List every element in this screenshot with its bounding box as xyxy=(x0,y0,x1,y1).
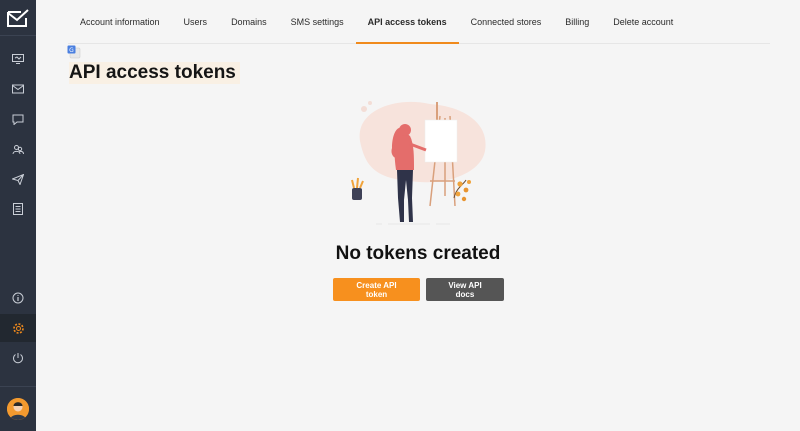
artist-easel-illustration xyxy=(351,101,486,225)
monitor-icon xyxy=(12,54,24,64)
tab-billing[interactable]: Billing xyxy=(553,0,601,43)
sidebar-bottom xyxy=(0,283,36,431)
svg-text:G: G xyxy=(69,47,74,54)
sidebar-item-reports[interactable] xyxy=(0,194,36,224)
user-avatar-icon xyxy=(7,398,29,420)
settings-tabs: Account information Users Domains SMS se… xyxy=(68,0,770,44)
send-icon xyxy=(12,173,24,185)
tab-connected-stores[interactable]: Connected stores xyxy=(459,0,554,43)
sidebar-item-chat[interactable] xyxy=(0,104,36,134)
tab-sms-settings[interactable]: SMS settings xyxy=(279,0,356,43)
app-logo[interactable] xyxy=(0,0,36,36)
tab-account-information[interactable]: Account information xyxy=(68,0,172,43)
sidebar-item-info[interactable] xyxy=(0,283,36,313)
view-api-docs-button[interactable]: View API docs xyxy=(426,278,504,301)
create-api-token-button[interactable]: Create API token xyxy=(333,278,420,301)
logo-mail-check-icon xyxy=(7,8,29,27)
tab-domains[interactable]: Domains xyxy=(219,0,279,43)
tab-api-access-tokens[interactable]: API access tokens xyxy=(355,0,459,44)
chat-icon xyxy=(12,114,24,125)
tab-delete-account[interactable]: Delete account xyxy=(601,0,685,43)
mail-icon xyxy=(12,84,24,94)
empty-state-actions: Create API token View API docs xyxy=(333,278,504,301)
empty-state-title: No tokens created xyxy=(335,243,501,264)
power-icon xyxy=(13,353,23,364)
user-menu[interactable] xyxy=(0,387,36,431)
contacts-icon xyxy=(12,144,24,154)
sidebar-item-settings[interactable] xyxy=(0,314,36,342)
sidebar-item-logout[interactable] xyxy=(0,343,36,373)
avatar xyxy=(7,398,29,420)
sidebar-item-campaigns[interactable] xyxy=(0,164,36,194)
sidebar-item-contacts[interactable] xyxy=(0,134,36,164)
settings-icon xyxy=(12,322,24,334)
sidebar-item-dashboard[interactable] xyxy=(0,44,36,74)
sidebar xyxy=(0,0,36,431)
page-title: API access tokens xyxy=(69,62,240,84)
sidebar-item-email[interactable] xyxy=(0,74,36,104)
info-icon xyxy=(12,292,24,304)
translate-icon[interactable]: G xyxy=(67,45,81,59)
list-icon xyxy=(13,203,23,215)
tab-users[interactable]: Users xyxy=(172,0,220,43)
